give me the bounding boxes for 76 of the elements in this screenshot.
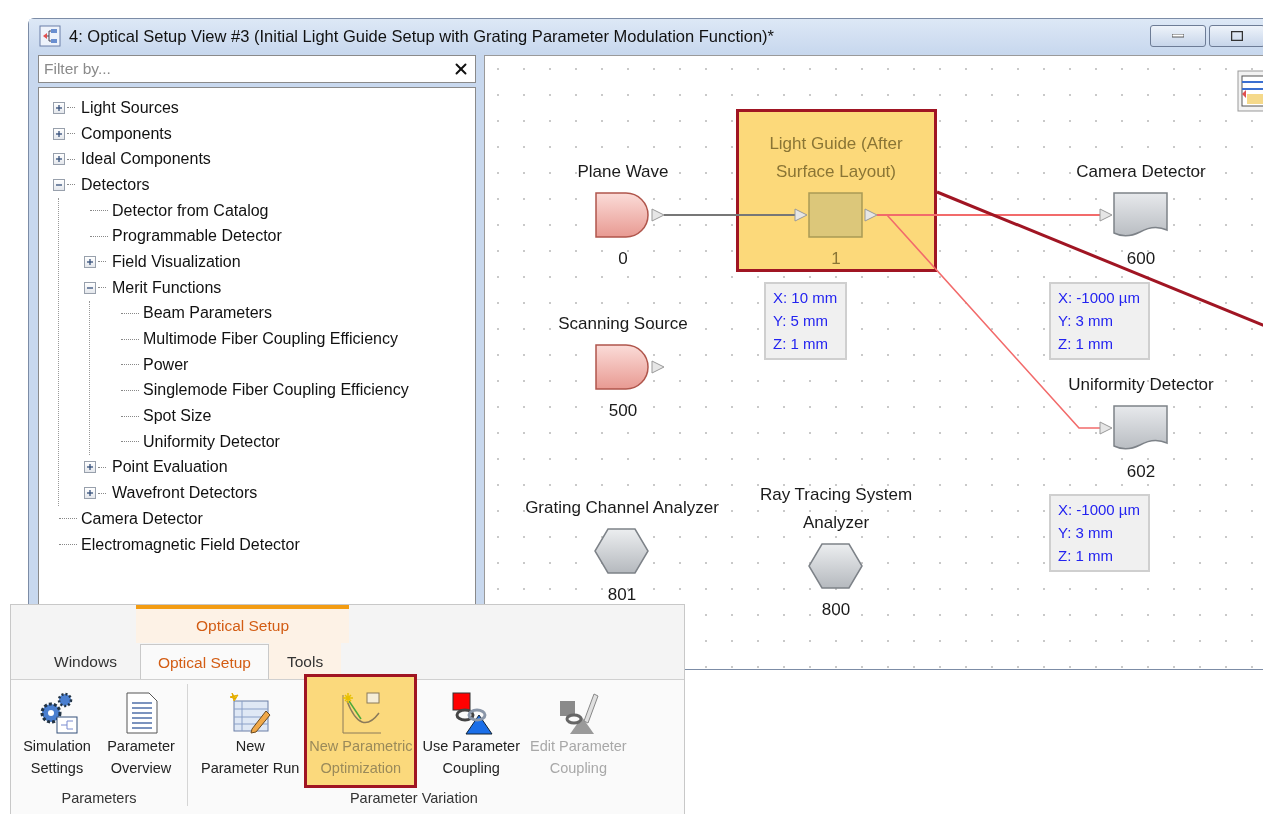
table-pencil-icon	[228, 691, 273, 735]
tree-item[interactable]: Power	[143, 355, 189, 374]
node-label: Grating Channel Analyzer	[525, 497, 719, 519]
tree-item[interactable]: Wavefront Detectors	[112, 484, 258, 503]
ribbon-button[interactable]: New Parameter Run	[196, 684, 305, 788]
node-label: Ray Tracing System Analyzer	[758, 484, 914, 534]
link-icon	[449, 691, 494, 735]
tree-item[interactable]: Point Evaluation	[112, 458, 228, 477]
tree-item[interactable]: Camera Detector	[81, 509, 203, 528]
node-number: 0	[618, 248, 628, 270]
expand-toggle[interactable]	[84, 461, 96, 474]
minimize-icon	[1172, 34, 1184, 38]
diagram-icon	[39, 25, 61, 47]
maximize-icon	[1231, 31, 1243, 41]
node-number: 800	[821, 599, 851, 621]
tree-item[interactable]: Merit Functions	[112, 278, 222, 297]
ribbon-tab[interactable]: Optical Setup	[139, 644, 269, 680]
group-label: Parameter Variation	[349, 789, 478, 806]
document-icon[interactable]	[1237, 70, 1263, 112]
plus-icon	[86, 257, 94, 266]
expand-toggle[interactable]	[53, 153, 65, 166]
expand-toggle[interactable]	[84, 487, 96, 500]
node-label: Scanning Source	[558, 313, 688, 335]
coordinate-text: Z: 1 mm	[1058, 334, 1114, 354]
coordinate-text: X: -1000 µm	[1058, 288, 1140, 308]
node-label: Camera Detector	[1076, 161, 1206, 183]
filter-field[interactable]: Filter by...	[38, 55, 476, 83]
tree-item[interactable]: Detector from Catalog	[112, 201, 269, 220]
tree-item[interactable]: Field Visualization	[112, 252, 241, 271]
window-title: 4: Optical Setup View #3 (Initial Light Guide Setup with Grating Parameter Modulation Function)*	[69, 26, 775, 46]
ribbon-tab[interactable]: Tools	[268, 643, 342, 679]
coordinate-text: Z: 1 mm	[1058, 546, 1114, 566]
node-number: 801	[607, 584, 637, 606]
ribbon-button[interactable]: Simulation Settings	[15, 684, 99, 788]
coordinate-text: X: 10 mm	[773, 288, 838, 308]
maximize-button[interactable]	[1209, 25, 1263, 47]
context-header: Optical Setup	[136, 605, 349, 643]
expand-toggle[interactable]	[53, 101, 65, 114]
ribbon-button[interactable]: Parameter Overview	[99, 684, 183, 788]
tree-item[interactable]: Spot Size	[143, 407, 212, 426]
node-number: 1	[831, 248, 841, 270]
node-label: Plane Wave	[577, 161, 669, 183]
coordinate-text: Z: 1 mm	[773, 334, 829, 354]
expand-toggle[interactable]	[53, 178, 65, 191]
ribbon-tab[interactable]: Windows	[31, 643, 140, 679]
tree-item[interactable]: Detectors	[81, 175, 150, 194]
tree-item[interactable]: Components	[81, 124, 172, 143]
plus-icon	[55, 155, 63, 164]
plus-icon	[55, 129, 63, 138]
plus-icon	[86, 489, 94, 498]
tree-item[interactable]: Uniformity Detector	[143, 432, 280, 451]
node-label: Light Guide (After Surface Layout)	[768, 133, 904, 183]
plus-icon	[86, 463, 94, 472]
tree-item[interactable]: Ideal Components	[81, 150, 211, 169]
node-label: Uniformity Detector	[1068, 374, 1214, 396]
node-number: 500	[608, 400, 638, 422]
tree-item[interactable]: Singlemode Fiber Coupling Efficiency	[143, 381, 409, 400]
coordinate-text: X: -1000 µm	[1058, 500, 1140, 520]
ribbon-button[interactable]: Use Parameter Coupling	[417, 684, 525, 788]
tree-item[interactable]: Programmable Detector	[112, 227, 282, 246]
expand-toggle[interactable]	[84, 281, 96, 294]
node-number: 600	[1126, 248, 1156, 270]
tree-item[interactable]: Light Sources	[81, 98, 179, 117]
node-number: 602	[1126, 461, 1156, 483]
close-icon[interactable]	[452, 60, 470, 78]
plus-icon	[55, 103, 63, 112]
tree-item[interactable]: Beam Parameters	[143, 304, 272, 323]
coordinate-text: Y: 5 mm	[773, 311, 829, 331]
minimize-button[interactable]	[1150, 25, 1206, 47]
expand-toggle[interactable]	[53, 127, 65, 140]
expand-toggle[interactable]	[84, 255, 96, 268]
coordinate-text: Y: 3 mm	[1058, 311, 1114, 331]
coordinate-text: Y: 3 mm	[1058, 523, 1114, 543]
tree-item[interactable]: Multimode Fiber Coupling Efficiency	[143, 330, 398, 349]
group-label: Parameters	[61, 789, 137, 806]
tree-item[interactable]: Electromagnetic Field Detector	[81, 535, 300, 554]
